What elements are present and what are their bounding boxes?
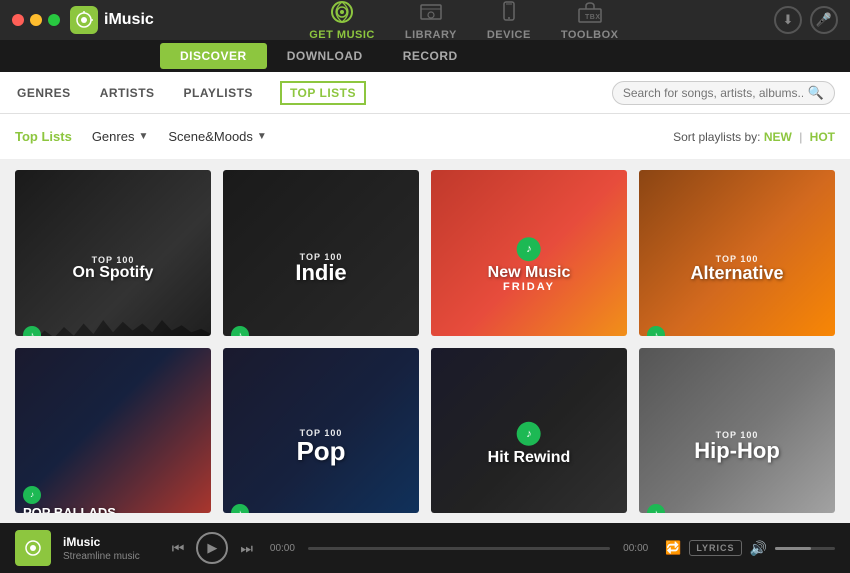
tab-bar: GENRES ARTISTS PLAYLISTS TOP LISTS 🔍 — [0, 72, 850, 114]
search-bar[interactable]: 🔍 — [612, 81, 835, 105]
playlist-item-alternative[interactable]: TOP 100 Alternative ♪ 100 tracks View De… — [639, 170, 835, 336]
playlist-grid: TOP 100 On Spotify ♪ 100 tracks View Det… — [0, 160, 850, 523]
lyrics-button[interactable]: LYRICS — [689, 540, 741, 556]
time-current: 00:00 — [265, 543, 300, 554]
close-button[interactable] — [12, 14, 24, 26]
library-icon — [415, 0, 447, 25]
filter-bar: Top Lists Genres ▼ Scene&Moods ▼ Sort pl… — [0, 114, 850, 160]
genres-label: Genres — [92, 129, 135, 144]
window-controls — [12, 14, 60, 26]
alt-main-text: Alternative — [690, 264, 783, 282]
device-label: DEVICE — [487, 29, 531, 41]
sort-new-link[interactable]: NEW — [764, 130, 792, 144]
pop-top-text: TOP 100 — [296, 428, 345, 438]
top-lists-filter-label: Top Lists — [15, 129, 72, 144]
download-icon[interactable]: ⬇ — [774, 6, 802, 34]
title-bar-right: ⬇ 🎤 — [774, 6, 838, 34]
nav-tab-library[interactable]: LIBRARY — [405, 0, 457, 41]
toolbox-label: TOOLBOX — [561, 29, 619, 41]
hitrewind-main-text: Hit Rewind — [488, 449, 571, 465]
next-button[interactable]: ⏭ — [240, 540, 253, 557]
tab-playlists[interactable]: PLAYLISTS — [182, 82, 255, 104]
playlist-item-ballads[interactable]: ♪ POP BALLADS Pop Ballads ⬇ — [15, 348, 211, 514]
volume-bar[interactable] — [775, 547, 835, 550]
hiphop-top-text: TOP 100 — [694, 430, 780, 440]
repeat-icon[interactable]: 🔁 — [665, 540, 681, 556]
search-input[interactable] — [623, 86, 803, 100]
toolbox-icon: TBX — [574, 0, 606, 25]
playlist-item-indie[interactable]: TOP 100 Indie ♪ 99 tracks View Details T… — [223, 170, 419, 336]
scene-moods-label: Scene&Moods — [168, 129, 253, 144]
title-bar: iMusic GET MUSIC — [0, 0, 850, 40]
scene-moods-dropdown[interactable]: Scene&Moods ▼ — [168, 129, 266, 144]
indie-top-text: TOP 100 — [295, 252, 346, 262]
newmusic-sub-text: FRIDAY — [488, 281, 571, 293]
device-icon — [493, 0, 525, 25]
playlist-item-hitrewind[interactable]: ♪ Hit Rewind Hit Rewind ⬇ — [431, 348, 627, 514]
nav-tab-device[interactable]: DEVICE — [487, 0, 531, 41]
subnav-discover[interactable]: DISCOVER — [160, 43, 267, 69]
prev-button[interactable]: ⏮ — [172, 540, 185, 557]
volume-fill — [775, 547, 811, 550]
search-icon: 🔍 — [808, 85, 824, 101]
player-controls: ⏮ ▶ ⏭ — [172, 532, 253, 564]
app-icon — [70, 6, 98, 34]
pop-main-text: Pop — [296, 438, 345, 464]
sort-separator: | — [799, 130, 802, 144]
tab-artists[interactable]: ARTISTS — [98, 82, 157, 104]
spotify-top-text: TOP 100 — [73, 255, 154, 265]
genres-dropdown[interactable]: Genres ▼ — [92, 129, 149, 144]
nav-tab-toolbox[interactable]: TBX TOOLBOX — [561, 0, 619, 41]
progress-section: 00:00 00:00 — [265, 543, 653, 554]
play-button[interactable]: ▶ — [196, 532, 228, 564]
maximize-button[interactable] — [48, 14, 60, 26]
subnav-download[interactable]: DOWNLOAD — [267, 43, 383, 69]
indie-main-text: Indie — [295, 262, 346, 284]
minimize-button[interactable] — [30, 14, 42, 26]
playlist-item-hiphop[interactable]: TOP 100 Hip-Hop ♪ Top 100 Hip Hop ⬇ — [639, 348, 835, 514]
sort-label: Sort playlists by: — [673, 130, 760, 144]
progress-bar[interactable] — [308, 547, 610, 550]
scene-moods-arrow-icon: ▼ — [257, 131, 267, 142]
player-bar: iMusic Streamline music ⏮ ▶ ⏭ 00:00 00:0… — [0, 523, 850, 573]
app-title: iMusic — [104, 11, 154, 29]
nav-tabs: GET MUSIC LIBRARY DEVICE — [154, 0, 774, 41]
spotify-main-text: On Spotify — [73, 265, 154, 281]
sort-hot-link[interactable]: HOT — [810, 130, 835, 144]
playlist-item-pop[interactable]: TOP 100 Pop ♪ Top 100 Pop ⬇ — [223, 348, 419, 514]
get-music-icon — [326, 0, 358, 25]
volume-icon: 🔊 — [750, 540, 767, 557]
get-music-label: GET MUSIC — [309, 29, 375, 41]
library-label: LIBRARY — [405, 29, 457, 41]
genres-arrow-icon: ▼ — [138, 131, 148, 142]
sub-nav: DISCOVER DOWNLOAD RECORD — [0, 40, 850, 72]
tab-top-lists[interactable]: TOP LISTS — [280, 81, 366, 105]
time-total: 00:00 — [618, 543, 653, 554]
mic-icon[interactable]: 🎤 — [810, 6, 838, 34]
app-logo: iMusic — [70, 6, 154, 34]
tab-genres[interactable]: GENRES — [15, 82, 73, 104]
player-info: iMusic Streamline music — [63, 535, 140, 562]
player-right: 🔁 LYRICS 🔊 — [665, 540, 835, 557]
newmusic-main-text: New Music — [488, 265, 571, 281]
playlist-item-newmusic[interactable]: ♪ New Music FRIDAY 50 tracks View Detail… — [431, 170, 627, 336]
hiphop-main-text: Hip-Hop — [694, 440, 780, 462]
alt-top-text: TOP 100 — [690, 254, 783, 264]
sort-section: Sort playlists by: NEW | HOT — [673, 130, 835, 144]
playlist-item-spotify[interactable]: TOP 100 On Spotify ♪ 100 tracks View Det… — [15, 170, 211, 336]
nav-tab-get-music[interactable]: GET MUSIC — [309, 0, 375, 41]
player-thumbnail — [15, 530, 51, 566]
player-title: iMusic — [63, 535, 140, 549]
subnav-record[interactable]: RECORD — [383, 43, 478, 69]
player-subtitle: Streamline music — [63, 551, 140, 562]
svg-text:TBX: TBX — [585, 14, 601, 21]
ballads-main-text: POP BALLADS — [23, 506, 116, 514]
